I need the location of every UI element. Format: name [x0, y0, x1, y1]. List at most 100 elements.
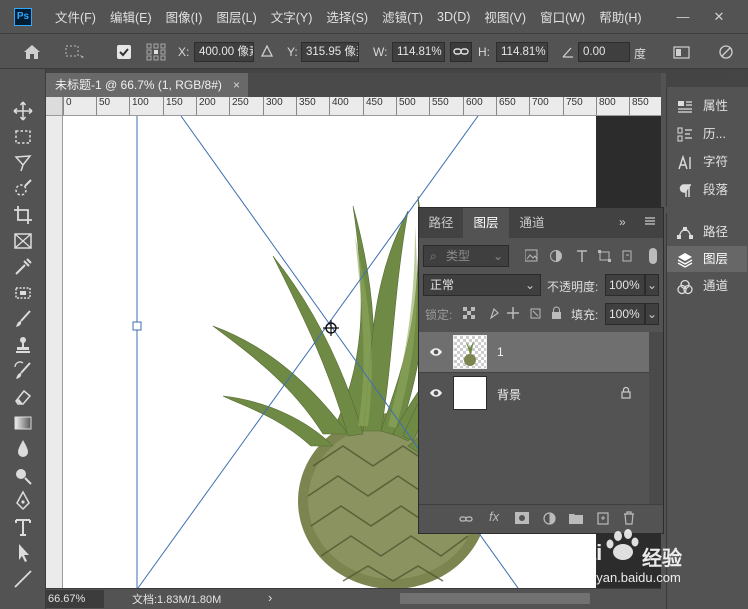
document-size-info[interactable]: 文档:1.83M/1.80M [132, 591, 221, 607]
add-mask-icon[interactable] [515, 512, 529, 524]
fx-icon[interactable]: fx [489, 509, 499, 524]
minimize-icon[interactable]: — [674, 8, 692, 26]
lasso-tool-icon[interactable] [11, 151, 35, 175]
dodge-tool-icon[interactable] [11, 463, 35, 487]
layer-row[interactable]: 1 [419, 332, 649, 372]
menu-filter[interactable]: 滤镜(T) [375, 7, 430, 26]
menu-select[interactable]: 选择(S) [319, 7, 375, 26]
blur-tool-icon[interactable] [11, 437, 35, 461]
link-proportions-icon[interactable] [450, 42, 472, 62]
menu-image[interactable]: 图像(I) [159, 7, 210, 26]
angle-field[interactable]: 0.00 [578, 42, 630, 62]
x-label: X: [178, 45, 190, 59]
new-layer-icon[interactable] [597, 511, 609, 525]
ruler-origin[interactable] [46, 97, 63, 116]
visibility-eye-icon[interactable] [429, 345, 443, 359]
layer-filter-select[interactable]: ⌕ 类型 ⌄ [423, 245, 509, 267]
menu-type[interactable]: 文字(Y) [264, 7, 320, 26]
width-field[interactable]: 114.81% [392, 42, 445, 62]
type-tool-icon[interactable] [11, 515, 35, 539]
close-document-icon[interactable]: × [233, 73, 240, 97]
layer-name[interactable]: 1 [497, 345, 504, 359]
dock-properties[interactable]: 属性 [667, 93, 747, 119]
trash-icon[interactable] [623, 511, 635, 525]
status-menu-arrow-icon[interactable]: › [268, 590, 272, 605]
brush-tool-icon[interactable] [11, 307, 35, 331]
reference-point-grid-icon[interactable] [145, 42, 167, 62]
channels-icon [677, 278, 693, 295]
home-icon[interactable] [22, 43, 42, 61]
visibility-eye-icon[interactable] [429, 386, 443, 400]
horizontal-ruler[interactable]: 0 50 100 150 200 250 300 350 400 450 500… [46, 97, 661, 116]
menu-layer[interactable]: 图层(L) [209, 7, 263, 26]
close-window-icon[interactable]: ✕ [710, 8, 728, 26]
dock-character[interactable]: 字符 [667, 149, 747, 175]
fill-dropdown-icon[interactable]: ⌄ [645, 303, 659, 325]
healing-brush-tool-icon[interactable] [11, 281, 35, 305]
menu-file[interactable]: 文件(F) [48, 7, 103, 26]
eraser-tool-icon[interactable] [11, 385, 35, 409]
layers-panel-footer: fx [419, 504, 663, 533]
move-tool-icon[interactable] [11, 99, 35, 123]
right-dock-top: 属性 历... 字符 段落 [666, 87, 748, 207]
document-tab[interactable]: 未标题-1 @ 66.7% (1, RGB/8#) × [46, 73, 248, 97]
clone-stamp-tool-icon[interactable] [11, 333, 35, 357]
horizontal-scrollbar-thumb[interactable] [400, 593, 590, 604]
menu-help[interactable]: 帮助(H) [592, 7, 648, 26]
cancel-transform-icon[interactable] [716, 43, 738, 61]
dock-label: 字符 [703, 155, 729, 169]
quick-selection-tool-icon[interactable] [11, 177, 35, 201]
menu-view[interactable]: 视图(V) [477, 7, 533, 26]
dock-paragraph[interactable]: 段落 [667, 177, 747, 203]
filter-toggle[interactable] [649, 248, 657, 264]
dock-paths[interactable]: 路径 [667, 219, 747, 245]
tab-layers[interactable]: 图层 [463, 208, 509, 238]
layer-filter-icons [524, 249, 645, 263]
height-field[interactable]: 114.81% [496, 42, 548, 62]
eyedropper-tool-icon[interactable] [11, 255, 35, 279]
layer-name[interactable]: 背景 [497, 386, 521, 403]
ruler-tick: 800 [596, 97, 616, 115]
opacity-label: 不透明度: [547, 280, 599, 294]
zoom-level-field[interactable]: 66.67% [46, 590, 104, 608]
opacity-field[interactable]: 100% [605, 274, 645, 296]
lock-options-icons[interactable] [463, 306, 563, 320]
y-field[interactable]: 315.95 像素 [301, 42, 359, 62]
menu-3d[interactable]: 3D(D) [430, 10, 477, 24]
menu-window[interactable]: 窗口(W) [533, 7, 592, 26]
history-brush-tool-icon[interactable] [11, 359, 35, 383]
opacity-dropdown-icon[interactable]: ⌄ [645, 274, 659, 296]
photoshop-window: Ps 文件(F) 编辑(E) 图像(I) 图层(L) 文字(Y) 选择(S) 滤… [0, 0, 748, 609]
transform-handle[interactable] [132, 321, 142, 331]
vertical-ruler[interactable] [46, 116, 63, 588]
link-layers-icon[interactable] [459, 512, 473, 526]
tab-channels[interactable]: 通道 [509, 208, 555, 238]
x-field[interactable]: 400.00 像素 [194, 42, 254, 62]
pen-tool-icon[interactable] [11, 489, 35, 513]
path-selection-tool-icon[interactable] [11, 541, 35, 565]
filter-placeholder: 类型 [446, 249, 471, 263]
tab-paths[interactable]: 路径 [419, 208, 463, 238]
transform-tool-icon[interactable] [62, 43, 86, 61]
lock-label: 锁定: [425, 308, 453, 322]
adjustment-layer-icon[interactable] [543, 512, 556, 525]
dock-history[interactable]: 历... [667, 121, 747, 147]
menu-edit[interactable]: 编辑(E) [103, 7, 159, 26]
blend-mode-select[interactable]: 正常 ⌄ [423, 274, 541, 296]
crop-tool-icon[interactable] [11, 203, 35, 227]
gradient-tool-icon[interactable] [11, 411, 35, 435]
warp-mode-icon[interactable] [672, 44, 692, 60]
layer-row[interactable]: 背景 [419, 372, 649, 412]
layers-scrollbar[interactable] [649, 332, 663, 504]
collapse-panel-icon[interactable]: » [619, 215, 626, 229]
reference-point-checkbox[interactable] [117, 45, 131, 59]
relative-delta-icon[interactable] [260, 44, 274, 57]
fill-field[interactable]: 100% [605, 303, 645, 325]
dock-layers[interactable]: 图层 [667, 246, 747, 272]
line-tool-icon[interactable] [11, 567, 35, 591]
dock-channels[interactable]: 通道 [667, 273, 747, 299]
panel-menu-icon[interactable] [643, 214, 657, 228]
frame-tool-icon[interactable] [11, 229, 35, 253]
marquee-tool-icon[interactable] [11, 125, 35, 149]
folder-icon[interactable] [569, 512, 583, 524]
